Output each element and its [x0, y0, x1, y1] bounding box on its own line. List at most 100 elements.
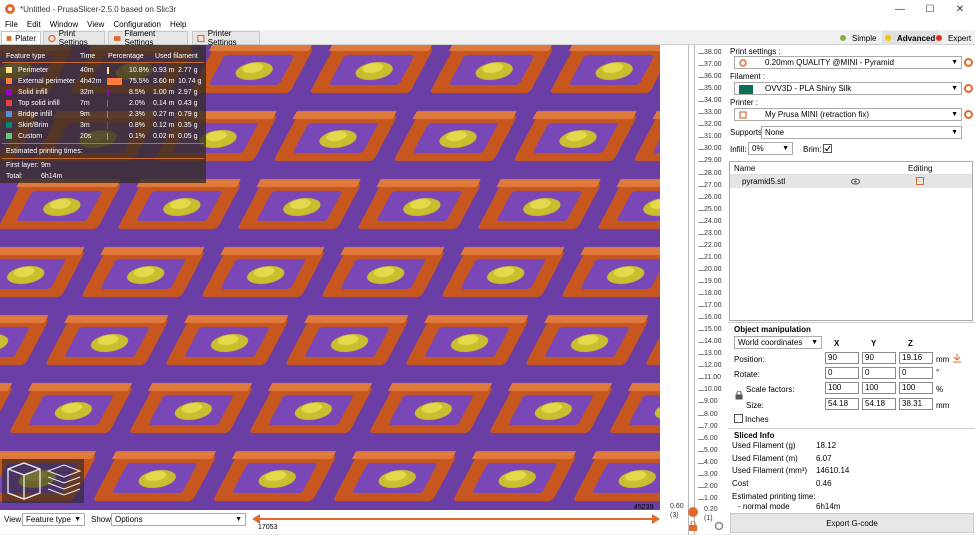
layer-lower-index: (1): [704, 515, 713, 522]
layer-upper-value: 0.60: [670, 503, 684, 510]
legend-time: 4h42m: [80, 78, 102, 85]
object-manipulation-title: Object manipulation: [734, 325, 811, 334]
supports-select[interactable]: None ▼: [761, 126, 962, 139]
size-z-field[interactable]: 38.31: [899, 398, 933, 410]
layer-height-label: 5.00: [704, 446, 718, 454]
layer-height-label: 18.00: [704, 290, 722, 297]
total-value: 6h14m: [41, 173, 63, 180]
tab-plater-label: Plater: [15, 33, 36, 43]
size-x-field[interactable]: 54.18: [825, 398, 859, 410]
settings-cog-icon[interactable]: [714, 521, 724, 531]
rotate-z-field[interactable]: 0: [899, 367, 933, 379]
maximize-button[interactable]: ☐: [915, 0, 945, 18]
filament-edit-icon[interactable]: [964, 84, 973, 93]
layer-height-label: 27.00: [704, 181, 722, 189]
sliced-info-key: Estimated printing time:: [732, 492, 816, 501]
mode-advanced[interactable]: Advanced: [882, 31, 939, 45]
layer-slider[interactable]: 38.00 37.00 36.00 35.00 34.00 33.00 32.00 31.00…: [660, 45, 728, 535]
printer-value: My Prusa MINI (retraction fix): [765, 110, 870, 119]
brim-checkbox[interactable]: [823, 144, 832, 153]
minimize-button[interactable]: —: [885, 0, 915, 18]
layer-slider-track: [688, 45, 689, 535]
view-cube-icon[interactable]: [2, 459, 84, 503]
legend-percentage: 8.5%: [129, 89, 145, 96]
object-row[interactable]: pyramid5.stl: [730, 175, 972, 188]
tab-print-settings[interactable]: Print Settings: [43, 29, 105, 47]
size-y-field[interactable]: 54.18: [862, 398, 896, 410]
menu-file[interactable]: File: [5, 20, 18, 29]
scale-z-field[interactable]: 100: [899, 382, 933, 394]
tab-filament-settings[interactable]: Filament Settings: [108, 29, 188, 47]
coordinates-select[interactable]: World coordinates ▼: [734, 336, 822, 349]
horizontal-move-slider[interactable]: [256, 518, 656, 520]
edit-object-icon[interactable]: [916, 177, 924, 185]
legend-row[interactable]: Custom 20s 0.1% 0.02 m 0.05 g: [0, 131, 206, 142]
object-list[interactable]: Name Editing pyramid5.stl: [729, 161, 973, 321]
sliced-info-key: - normal mode: [738, 502, 790, 511]
print-settings-select[interactable]: 0.20mm QUALITY @MINI - Pyramid ▼: [734, 56, 962, 69]
scale-x-field[interactable]: 100: [825, 382, 859, 394]
legend-header: Feature type Time Percentage Used filame…: [0, 51, 206, 62]
legend-row[interactable]: Bridge infill 9m 2.3% 0.27 m 0.79 g: [0, 109, 206, 120]
menu-help[interactable]: Help: [170, 20, 186, 29]
rotate-x-field[interactable]: 0: [825, 367, 859, 379]
print-settings-edit-icon[interactable]: [964, 58, 973, 67]
eye-icon[interactable]: [851, 178, 860, 185]
position-z-field[interactable]: 19.16: [899, 352, 933, 364]
legend-row[interactable]: External perimeter 4h42m 75.5% 3.60 m 10.74 …: [0, 76, 206, 87]
rotate-y-field[interactable]: 0: [862, 367, 896, 379]
first-layer-label: First layer:: [6, 162, 39, 169]
legend-row[interactable]: Top solid infill 7m 2.0% 0.14 m 0.43 g: [0, 98, 206, 109]
scale-unit: %: [936, 385, 944, 394]
legend-weight: 0.05 g: [178, 133, 198, 140]
coordinates-value: World coordinates: [738, 338, 803, 347]
print-settings-icon: [48, 34, 56, 42]
export-gcode-button[interactable]: Export G-code: [730, 513, 974, 533]
sliced-info-key: Used Filament (mm³): [732, 466, 808, 475]
view-type-select[interactable]: Feature type ▼: [22, 513, 85, 526]
layer-height-label: 16.00: [704, 314, 722, 322]
drop-to-bed-icon[interactable]: [952, 353, 962, 363]
infill-select[interactable]: 0% ▼: [748, 142, 793, 155]
legend-separator: [2, 62, 204, 63]
mode-advanced-dot-icon: [885, 35, 891, 41]
printer-edit-icon[interactable]: [964, 110, 973, 119]
menu-configuration[interactable]: Configuration: [113, 20, 161, 29]
layer-height-label: 6.00: [704, 434, 718, 442]
legend-separator: [2, 158, 204, 159]
lock-icon[interactable]: [735, 391, 743, 400]
total-label: Total:: [6, 173, 23, 180]
legend-row[interactable]: Perimeter 40m 10.8% 0.93 m 2.77 g: [0, 65, 206, 76]
scale-y-field[interactable]: 100: [862, 382, 896, 394]
menu-view[interactable]: View: [87, 20, 104, 29]
layer-thumb-icon[interactable]: [686, 505, 700, 519]
legend-row[interactable]: Solid infill 32m 8.5% 1.00 m 2.97 g: [0, 87, 206, 98]
mode-simple[interactable]: Simple: [840, 31, 876, 45]
slider-right-thumb-icon[interactable]: [651, 514, 661, 524]
layer-height-label: 1.00: [704, 494, 718, 502]
position-y-field[interactable]: 90: [862, 352, 896, 364]
menu-window[interactable]: Window: [50, 20, 78, 29]
layer-height-label: 23.00: [704, 229, 722, 237]
position-x-field[interactable]: 90: [825, 352, 859, 364]
legend-row[interactable]: Skirt/Brim 3m 0.8% 0.12 m 0.35 g: [0, 120, 206, 131]
slider-left-thumb-icon[interactable]: [251, 514, 261, 524]
inches-checkbox[interactable]: [734, 414, 743, 423]
printer-settings-icon: [197, 34, 205, 42]
filament-select[interactable]: OVV3D - PLA Shiny Silk ▼: [734, 82, 962, 95]
mode-expert[interactable]: Expert: [936, 31, 971, 45]
legend-swatch: [6, 67, 12, 73]
legend-weight: 0.79 g: [178, 111, 198, 118]
legend-time: 7m: [80, 100, 90, 107]
show-options-select[interactable]: Options ▼: [111, 513, 246, 526]
tab-plater[interactable]: Plater: [1, 31, 41, 45]
printer-select[interactable]: My Prusa MINI (retraction fix) ▼: [734, 108, 962, 121]
menu-edit[interactable]: Edit: [27, 20, 41, 29]
move-slider-min: 17053: [258, 524, 278, 531]
axis-z-label: Z: [908, 339, 913, 348]
filament-value: OVV3D - PLA Shiny Silk: [765, 84, 852, 93]
lock-icon[interactable]: [688, 521, 698, 531]
close-button[interactable]: ✕: [945, 0, 975, 18]
tab-printer-settings[interactable]: Printer Settings: [192, 29, 260, 47]
legend-header-filament: Used filament: [155, 53, 198, 60]
